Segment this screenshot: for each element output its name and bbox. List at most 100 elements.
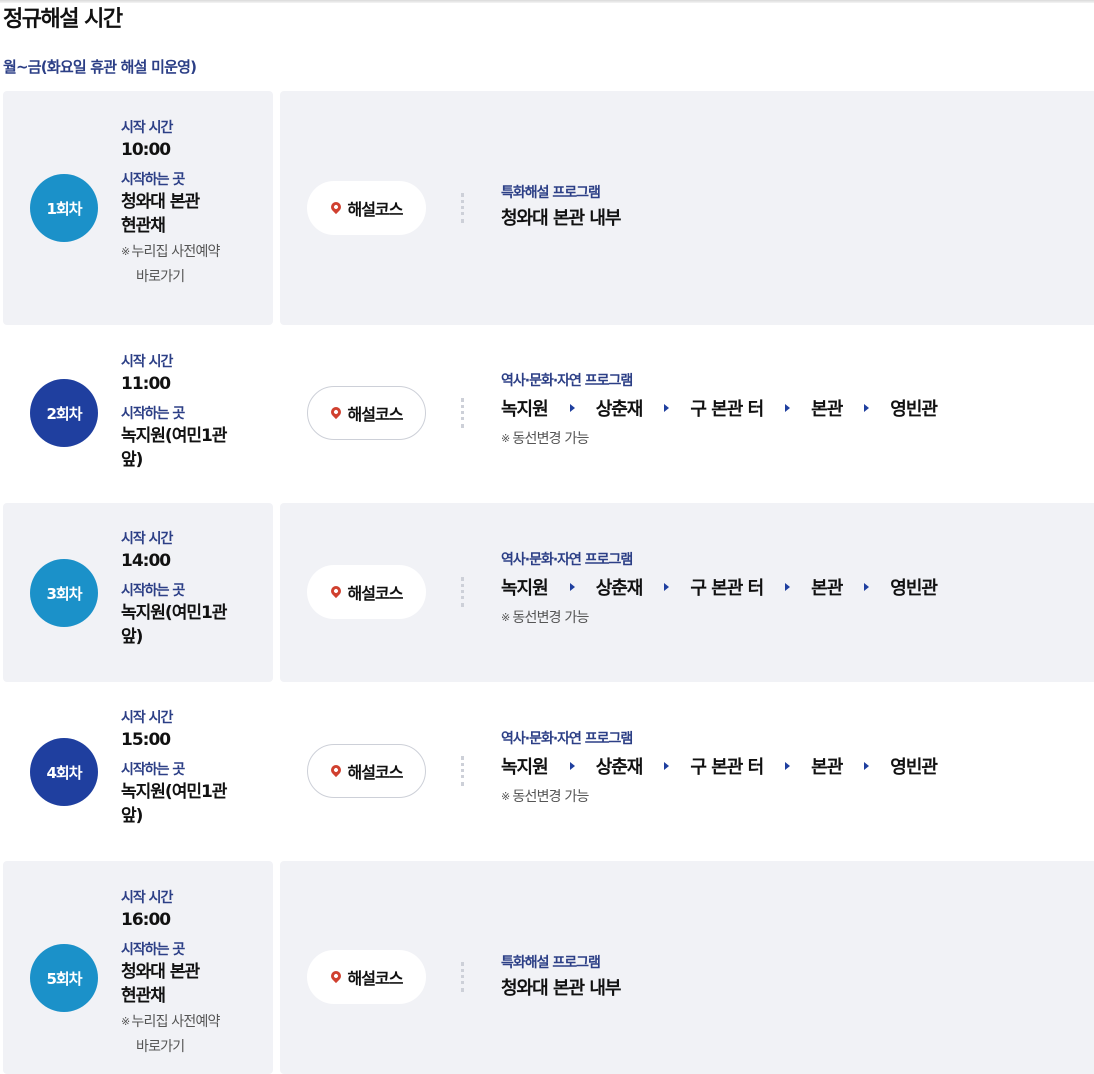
session-badge: 3회차 <box>30 559 98 627</box>
course-route: 녹지원 상춘재 구 본관 터 본관 영빈관 <box>501 395 938 421</box>
vertical-divider <box>461 577 464 607</box>
start-place-line-1: 녹지원(여민1관 <box>121 603 227 623</box>
session-info: 시작 시간 16:00 시작하는 곳 청와대 본관 현관채 ※ 누리집 사전예약 … <box>121 888 266 1060</box>
session-row-2: 2회차 시작 시간 11:00 시작하는 곳 녹지원(여민1관 앞) 해설코스 … <box>0 325 1094 503</box>
start-place-label: 시작하는 곳 <box>121 172 185 188</box>
route-change-note: ※ 동선변경 가능 <box>501 428 937 448</box>
start-place-line-1: 녹지원(여민1관 <box>121 782 227 802</box>
start-place-line-2: 현관채 <box>121 216 166 236</box>
triangle-right-icon <box>785 404 791 412</box>
reservation-link-text-1: 누리집 사전예약 <box>131 1014 220 1030</box>
page-title: 정규해설 시간 <box>3 7 123 32</box>
session-row-4: 4회차 시작 시간 15:00 시작하는 곳 녹지원(여민1관 앞) 해설코스 … <box>0 682 1094 861</box>
start-time-label: 시작 시간 <box>121 354 173 370</box>
start-time-value: 16:00 <box>121 910 171 930</box>
triangle-right-icon <box>569 404 575 412</box>
route-stop: 녹지원 <box>501 757 549 778</box>
start-time-value: 10:00 <box>121 140 171 160</box>
route-stop: 구 본관 터 <box>690 399 764 420</box>
route-stop: 상춘재 <box>595 578 644 599</box>
route-stop: 본관 <box>811 578 843 599</box>
session-row-5: 5회차 시작 시간 16:00 시작하는 곳 청와대 본관 현관채 ※ 누리집 사… <box>0 861 1094 1074</box>
map-pin-icon <box>328 583 343 599</box>
start-place-line-1: 청와대 본관 <box>121 192 200 212</box>
route-stop: 영빈관 <box>890 399 938 420</box>
start-time-label: 시작 시간 <box>121 890 173 906</box>
session-info: 시작 시간 10:00 시작하는 곳 청와대 본관 현관채 ※ 누리집 사전예약 … <box>121 118 266 290</box>
route-stop: 상춘재 <box>595 399 644 420</box>
session-badge: 1회차 <box>30 174 98 242</box>
vertical-divider <box>461 756 464 786</box>
start-time-label: 시작 시간 <box>121 531 173 547</box>
start-place-line-2: 앞) <box>121 450 143 470</box>
program-info: 역사·문화·자연 프로그램 녹지원 상춘재 구 본관 터 본관 영빈관 ※ 동선변… <box>501 371 938 448</box>
reference-mark: ※ <box>501 432 510 445</box>
course-button[interactable]: 해설코스 <box>307 181 426 235</box>
course-button-label: 해설코스 <box>347 969 404 988</box>
triangle-right-icon <box>785 583 791 591</box>
course-button-label: 해설코스 <box>347 763 404 782</box>
session-info: 시작 시간 15:00 시작하는 곳 녹지원(여민1관 앞) <box>121 708 266 828</box>
reservation-link[interactable]: ※ 누리집 사전예약 바로가기 <box>121 1009 266 1060</box>
triangle-right-icon <box>785 762 791 770</box>
map-pin-icon <box>328 199 343 215</box>
reference-mark: ※ <box>121 1015 130 1028</box>
map-pin-icon <box>328 404 343 420</box>
session-badge: 4회차 <box>30 738 98 806</box>
start-time-value: 15:00 <box>121 730 171 750</box>
triangle-right-icon <box>664 583 670 591</box>
route-stop: 본관 <box>811 399 843 420</box>
session-badge: 5회차 <box>30 944 98 1012</box>
route-change-note-text: 동선변경 가능 <box>512 610 589 626</box>
program-title: 청와대 본관 내부 <box>501 978 621 999</box>
triangle-right-icon <box>864 762 870 770</box>
course-button-label: 해설코스 <box>347 200 404 219</box>
route-stop: 구 본관 터 <box>690 578 764 599</box>
triangle-right-icon <box>664 404 670 412</box>
start-place-label: 시작하는 곳 <box>121 583 185 599</box>
program-category: 역사·문화·자연 프로그램 <box>501 552 633 568</box>
start-place-line-2: 앞) <box>121 806 143 826</box>
program-category: 역사·문화·자연 프로그램 <box>501 731 633 747</box>
reservation-link[interactable]: ※ 누리집 사전예약 바로가기 <box>121 239 266 290</box>
course-button[interactable]: 해설코스 <box>307 950 426 1004</box>
triangle-right-icon <box>569 762 575 770</box>
reference-mark: ※ <box>501 790 510 803</box>
route-stop: 상춘재 <box>595 757 644 778</box>
reference-mark: ※ <box>121 245 130 258</box>
route-stop: 영빈관 <box>890 578 938 599</box>
reservation-link-text-2: 바로가기 <box>136 1039 185 1055</box>
program-title: 청와대 본관 내부 <box>501 208 621 229</box>
session-info: 시작 시간 11:00 시작하는 곳 녹지원(여민1관 앞) <box>121 352 266 472</box>
course-button[interactable]: 해설코스 <box>307 386 426 440</box>
start-time-value: 14:00 <box>121 551 171 571</box>
session-row-1: 1회차 시작 시간 10:00 시작하는 곳 청와대 본관 현관채 ※ 누리집 사… <box>0 91 1094 325</box>
session-badge: 2회차 <box>30 379 98 447</box>
vertical-divider <box>461 193 464 223</box>
course-button[interactable]: 해설코스 <box>307 565 426 619</box>
session-row-3: 3회차 시작 시간 14:00 시작하는 곳 녹지원(여민1관 앞) 해설코스 … <box>0 503 1094 682</box>
program-category: 역사·문화·자연 프로그램 <box>501 373 633 389</box>
vertical-divider <box>461 398 464 428</box>
route-stop: 녹지원 <box>501 399 549 420</box>
triangle-right-icon <box>664 762 670 770</box>
course-route: 녹지원 상춘재 구 본관 터 본관 영빈관 <box>501 574 938 600</box>
start-place-label: 시작하는 곳 <box>121 406 185 422</box>
course-button[interactable]: 해설코스 <box>307 744 426 798</box>
start-time-label: 시작 시간 <box>121 710 173 726</box>
start-place-label: 시작하는 곳 <box>121 762 185 778</box>
start-place-line-2: 앞) <box>121 627 143 647</box>
route-stop: 본관 <box>811 757 843 778</box>
triangle-right-icon <box>864 583 870 591</box>
map-pin-icon <box>328 762 343 778</box>
reference-mark: ※ <box>501 611 510 624</box>
start-time-value: 11:00 <box>121 374 171 394</box>
page-subtitle: 월~금(화요일 휴관 해설 미운영) <box>3 58 197 76</box>
vertical-divider <box>461 962 464 992</box>
route-change-note-text: 동선변경 가능 <box>512 789 589 805</box>
course-button-label: 해설코스 <box>347 405 404 424</box>
route-stop: 구 본관 터 <box>690 757 764 778</box>
start-place-line-1: 녹지원(여민1관 <box>121 426 227 446</box>
triangle-right-icon <box>569 583 575 591</box>
start-place-line-1: 청와대 본관 <box>121 962 200 982</box>
